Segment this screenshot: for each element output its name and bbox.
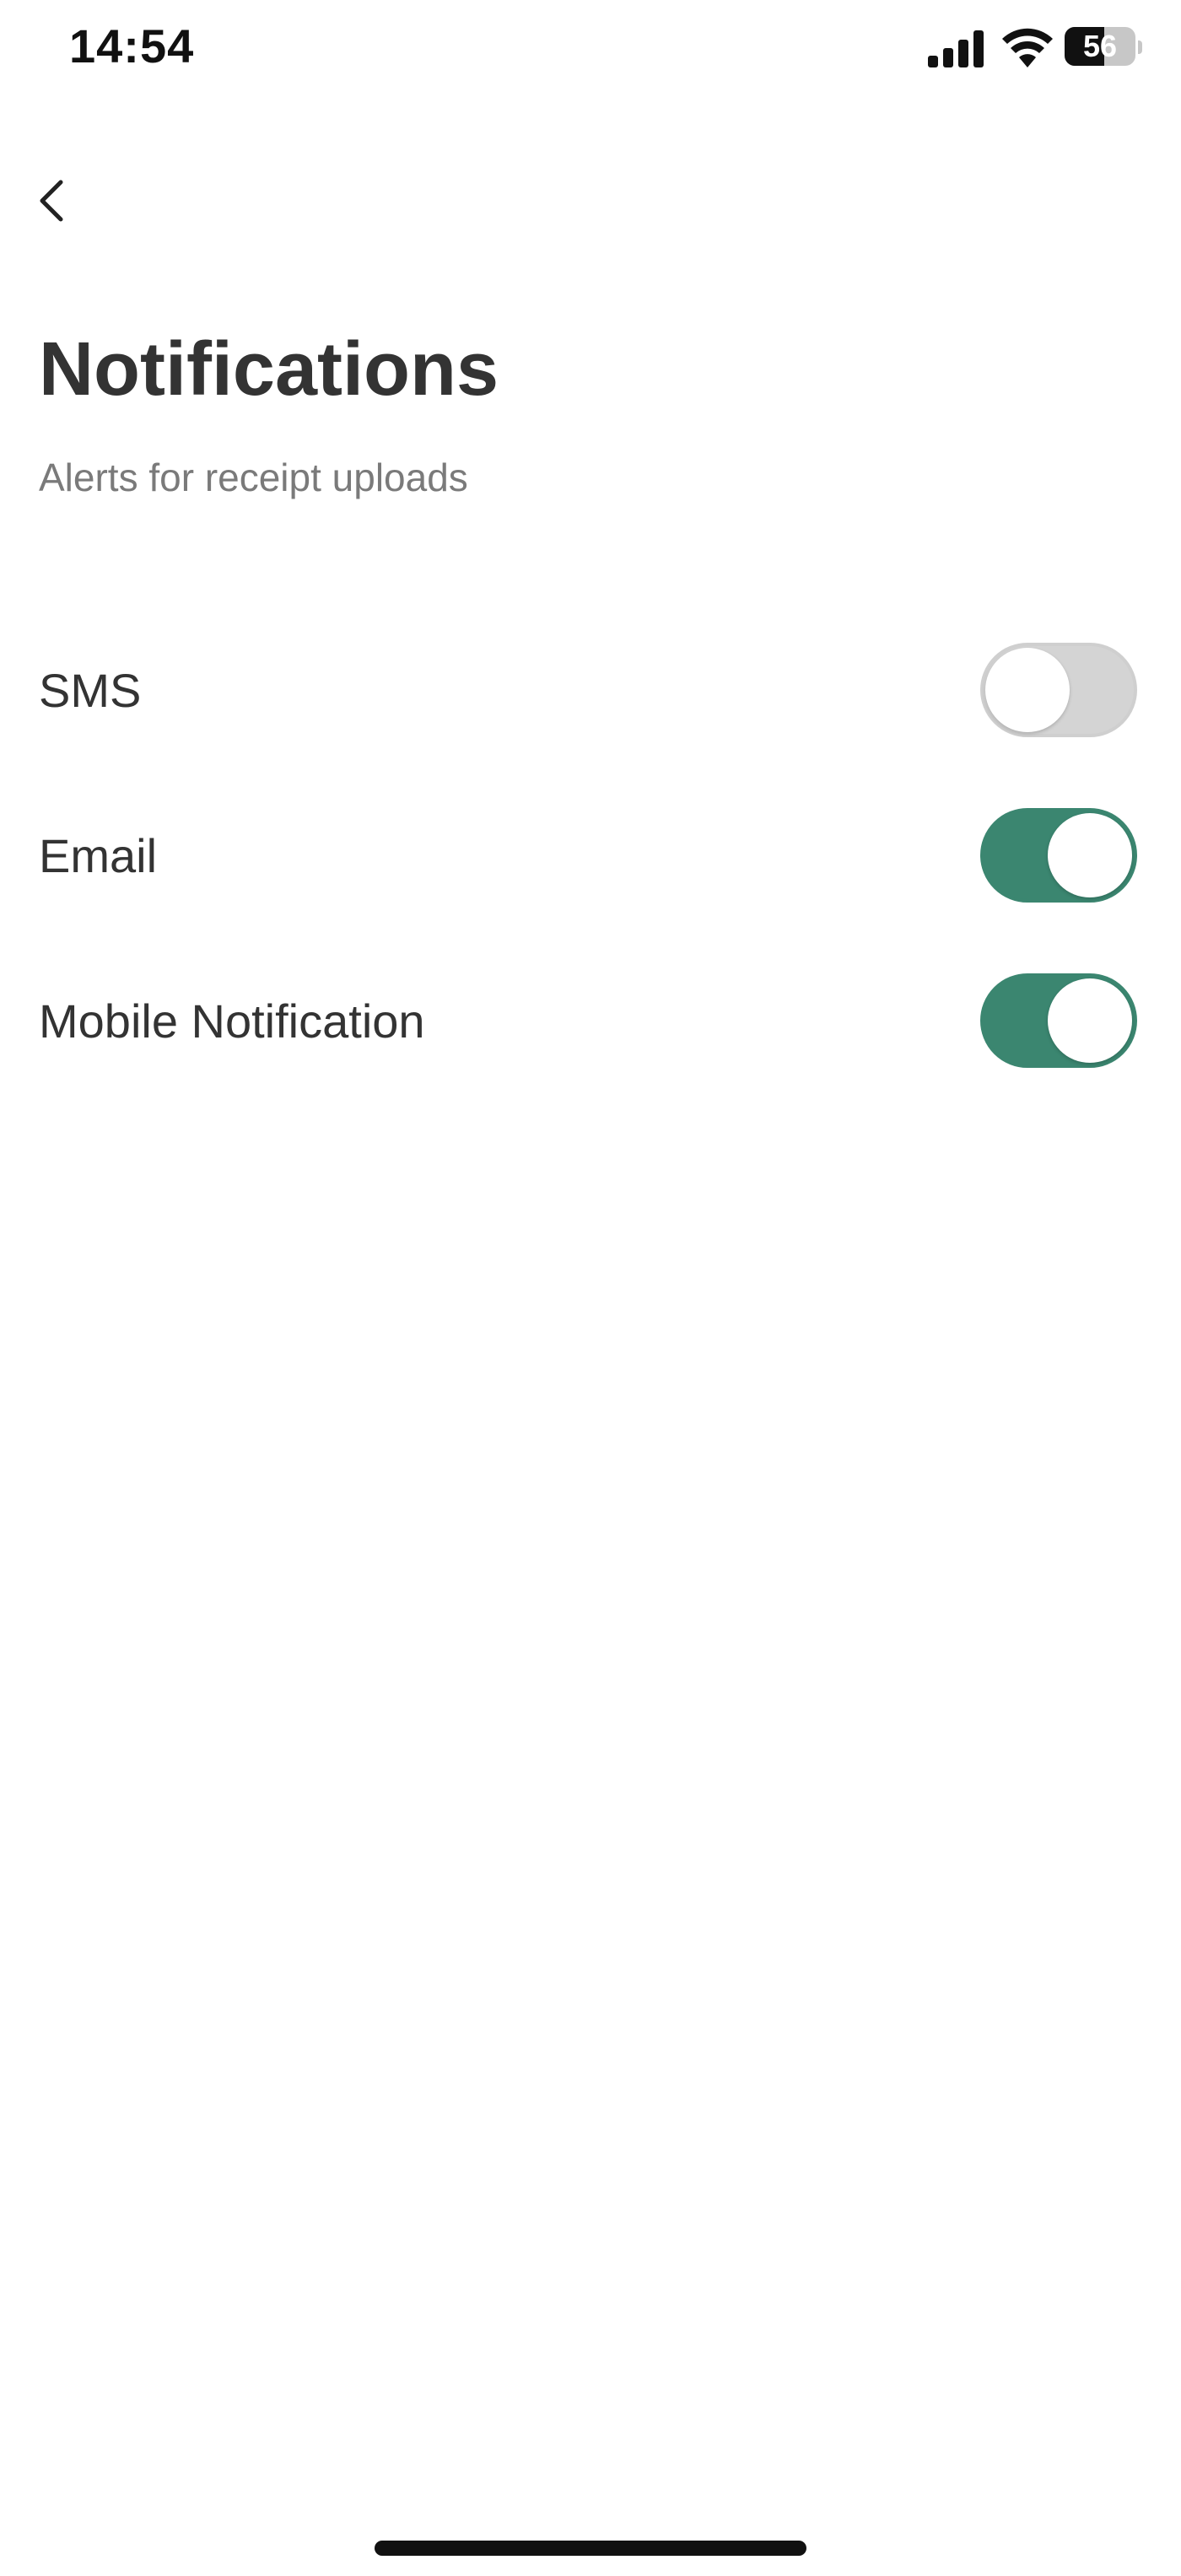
toggle-knob [985, 648, 1070, 732]
notification-settings-list: SMS Email Mobile Notification [0, 607, 1181, 1103]
setting-label-mobile-notification: Mobile Notification [39, 994, 425, 1048]
page-title: Notifications [39, 327, 499, 412]
toggle-knob [1048, 978, 1132, 1063]
setting-row-sms: SMS [0, 607, 1181, 773]
toggle-knob [1048, 813, 1132, 897]
status-bar: 14:54 56 [0, 0, 1181, 93]
sms-toggle[interactable] [980, 643, 1137, 737]
setting-row-email: Email [0, 773, 1181, 938]
mobile-notification-toggle[interactable] [980, 973, 1137, 1068]
setting-label-email: Email [39, 829, 158, 882]
back-button[interactable] [25, 165, 79, 236]
email-toggle[interactable] [980, 808, 1137, 903]
wifi-icon [1002, 28, 1053, 67]
notifications-screen: 14:54 56 Notifications Alerts for receip… [0, 0, 1181, 2576]
home-indicator [375, 2541, 806, 2556]
signal-icon [928, 30, 984, 67]
status-time: 14:54 [69, 19, 195, 73]
chevron-left-icon [40, 180, 63, 222]
battery-level: 56 [1082, 29, 1118, 63]
setting-row-mobile-notification: Mobile Notification [0, 938, 1181, 1103]
page-subtitle: Alerts for receipt uploads [39, 455, 468, 499]
setting-label-sms: SMS [39, 664, 142, 717]
battery-icon: 56 [1065, 27, 1142, 67]
